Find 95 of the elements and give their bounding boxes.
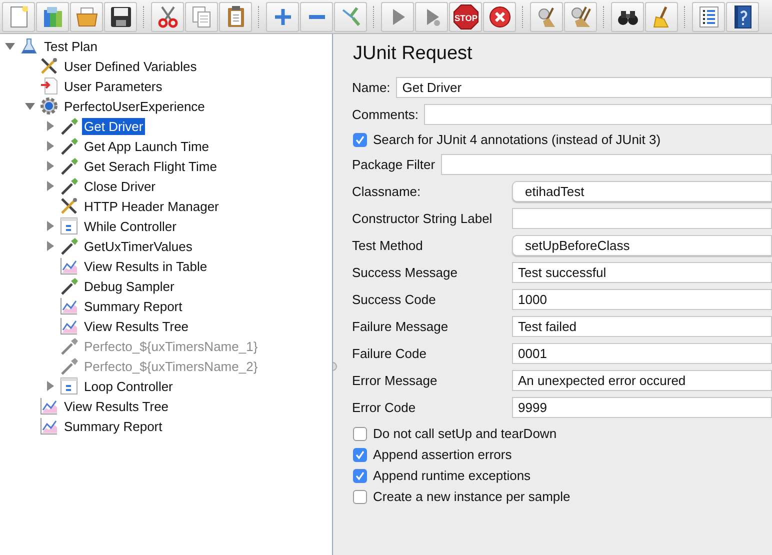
field-label: Success Message xyxy=(352,264,458,282)
tree-item[interactable]: View Results Tree xyxy=(82,318,191,334)
document-arrow-icon xyxy=(40,77,58,95)
field-label: Classname: xyxy=(352,183,422,201)
checkbox-label: Append assertion errors xyxy=(373,447,512,462)
expand-arrow-icon[interactable] xyxy=(44,381,56,391)
input-field[interactable] xyxy=(512,208,772,229)
input-field[interactable] xyxy=(424,104,772,125)
graph-icon xyxy=(40,417,58,435)
tools-icon xyxy=(60,197,78,215)
graph-icon xyxy=(40,397,58,415)
pipette-icon xyxy=(60,177,78,195)
input-field[interactable]: 0001 xyxy=(512,343,772,364)
tree-item[interactable]: While Controller xyxy=(82,218,178,234)
expand-arrow-icon[interactable] xyxy=(44,181,56,191)
tree-item[interactable]: Test Plan xyxy=(42,38,100,54)
pipette-icon xyxy=(60,117,78,135)
field-label: Success Code xyxy=(352,291,437,309)
input-field[interactable]: Test successful xyxy=(512,262,772,283)
tree-item[interactable]: Get Driver xyxy=(82,118,146,134)
graph-icon xyxy=(60,317,78,335)
tree-item[interactable]: View Results in Table xyxy=(82,258,210,274)
expand-arrow-icon[interactable] xyxy=(44,141,56,151)
panel-title: JUnit Request xyxy=(353,42,474,66)
tree-item[interactable]: GetUxTimerValues xyxy=(82,238,194,254)
field-label: Failure Message xyxy=(352,318,450,336)
field-label: Name: xyxy=(352,80,390,95)
tree-item[interactable]: User Defined Variables xyxy=(62,58,199,74)
checkbox-label: Do not call setUp and tearDown xyxy=(373,426,557,441)
checkbox[interactable] xyxy=(353,448,367,462)
controller-icon xyxy=(60,377,78,395)
collapse-arrow-icon[interactable] xyxy=(24,101,36,111)
checkbox-label: Append runtime exceptions xyxy=(373,468,531,483)
pipette-icon xyxy=(60,277,78,295)
tree-item[interactable]: PerfectoUserExperience xyxy=(62,98,207,114)
toolbar-button[interactable] xyxy=(611,2,644,32)
expand-arrow-icon[interactable] xyxy=(44,161,56,171)
input-field[interactable]: 9999 xyxy=(512,397,772,418)
pipette-icon xyxy=(60,357,78,375)
checkbox[interactable] xyxy=(353,490,367,504)
toolbar-button[interactable] xyxy=(483,2,516,32)
toolbar-button[interactable] xyxy=(104,2,137,32)
checkbox[interactable] xyxy=(353,426,367,440)
field-label: Comments: xyxy=(352,107,418,122)
expand-arrow-icon[interactable] xyxy=(44,121,56,131)
flask-icon xyxy=(20,37,38,55)
tree-item[interactable]: Get App Launch Time xyxy=(82,138,212,154)
pipette-icon xyxy=(60,237,78,255)
input-field[interactable]: An unexpected error occured xyxy=(512,370,772,391)
close-icon xyxy=(488,4,512,28)
toolbar-button[interactable] xyxy=(726,2,759,32)
minus-icon xyxy=(308,14,324,18)
input-field[interactable]: 1000 xyxy=(512,289,772,310)
combo-box[interactable]: etihadTest xyxy=(512,181,772,202)
controller-icon xyxy=(60,217,78,235)
pipette-icon xyxy=(60,337,78,355)
scissors-icon xyxy=(156,4,180,28)
field-label: Constructor String Label xyxy=(352,210,494,228)
tree-item[interactable]: Close Driver xyxy=(82,178,158,194)
collapse-arrow-icon[interactable] xyxy=(4,41,16,51)
input-field[interactable]: Get Driver xyxy=(396,77,772,98)
tree-item[interactable]: Loop Controller xyxy=(82,378,175,394)
field-label: Error Code xyxy=(352,399,417,417)
combo-box[interactable]: setUpBeforeClass xyxy=(512,235,772,256)
tools-icon xyxy=(40,57,58,75)
folder-icon xyxy=(74,4,98,28)
input-field[interactable] xyxy=(441,154,772,175)
graph-icon xyxy=(60,297,78,315)
pipette-icon xyxy=(60,157,78,175)
tree-item[interactable]: User Parameters xyxy=(62,78,164,94)
field-label: Test Method xyxy=(352,237,424,255)
expand-arrow-icon[interactable] xyxy=(44,221,56,231)
checkbox-label: Search for JUnit 4 annotations (instead of JUnit 3) xyxy=(373,132,661,147)
graph-icon xyxy=(60,257,78,275)
field-label: Package Filter xyxy=(352,157,436,172)
expand-arrow-icon[interactable] xyxy=(44,241,56,251)
tree-item[interactable]: View Results Tree xyxy=(62,398,171,414)
field-label: Failure Code xyxy=(352,345,428,363)
copy-icon xyxy=(190,4,214,28)
toolbar-button[interactable] xyxy=(564,2,597,32)
tree-item[interactable]: Summary Report xyxy=(82,298,184,314)
tree-item[interactable]: Summary Report xyxy=(62,418,164,434)
plus-icon xyxy=(274,8,290,24)
tree-item[interactable]: HTTP Header Manager xyxy=(82,198,221,214)
pipette-icon xyxy=(60,137,78,155)
field-label: Error Message xyxy=(352,372,438,390)
checkbox[interactable] xyxy=(353,132,367,146)
gear-icon xyxy=(40,97,58,115)
tree-item[interactable]: Get Serach Flight Time xyxy=(82,158,219,174)
checkbox[interactable] xyxy=(353,468,367,482)
broom-icon xyxy=(568,4,592,28)
list-icon xyxy=(696,4,720,28)
checkbox-label: Create a new instance per sample xyxy=(373,489,570,504)
tree-item[interactable]: Debug Sampler xyxy=(82,278,176,294)
input-field[interactable]: Test failed xyxy=(512,316,772,337)
